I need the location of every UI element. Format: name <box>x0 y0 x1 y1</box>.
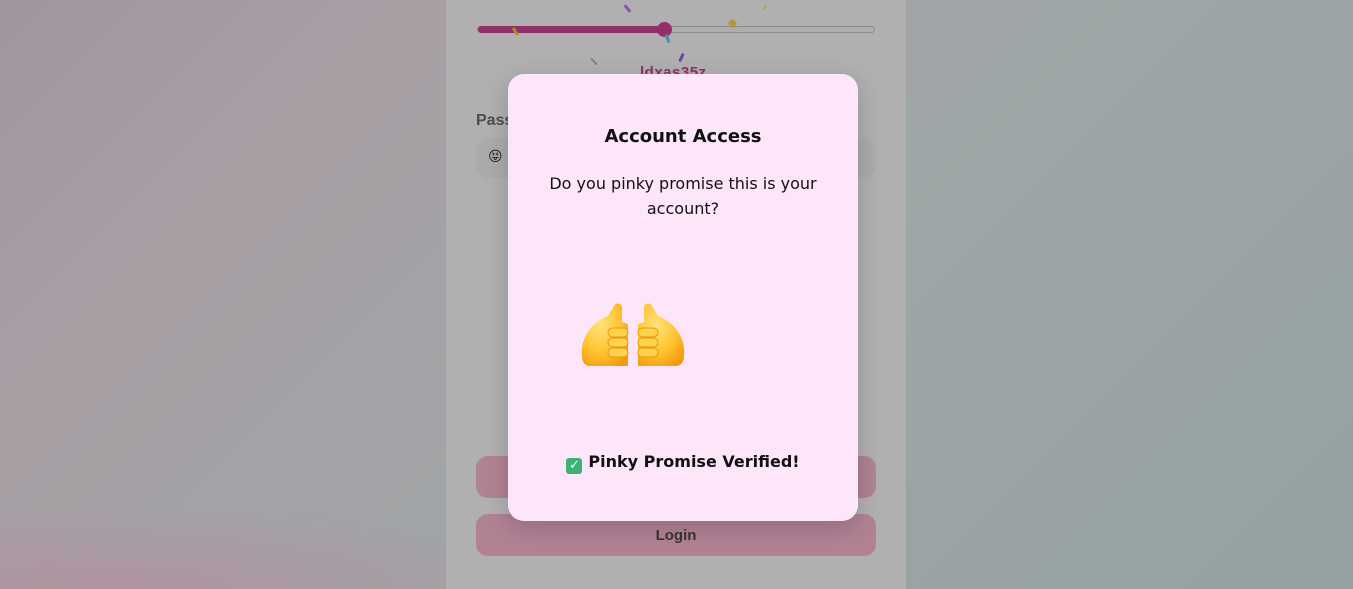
verification-status: ✓ Pinky Promise Verified! <box>508 452 858 474</box>
modal-question: Do you pinky promise this is your accoun… <box>549 174 817 218</box>
check-mark-button-icon: ✓ <box>566 458 583 474</box>
pinky-promise-hands-icon <box>581 303 685 366</box>
account-access-modal: Account Access Do you pinky promise this… <box>508 74 858 521</box>
modal-title: Account Access <box>604 126 762 147</box>
verification-status-text: Pinky Promise Verified! <box>588 452 800 471</box>
